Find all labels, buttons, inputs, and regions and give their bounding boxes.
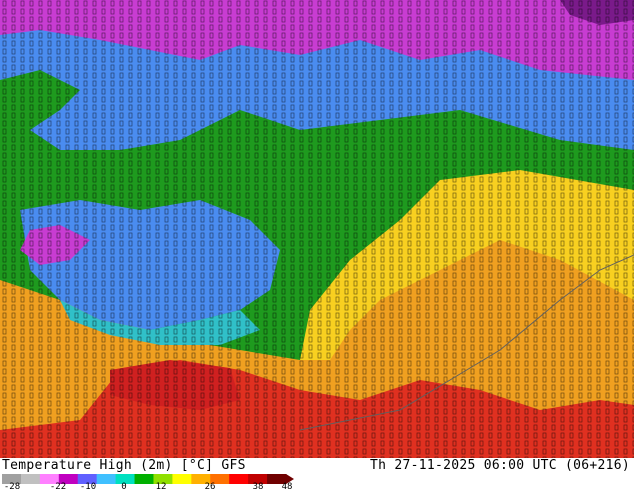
legend-swatch	[229, 474, 249, 484]
temperature-map	[0, 0, 634, 458]
legend-tick: 48	[281, 482, 293, 492]
legend-tick: -28	[3, 482, 21, 492]
map-title: Temperature High (2m) [°C] GFS	[2, 458, 246, 473]
legend-swatch	[172, 474, 192, 484]
map-timestamp: Th 27-11-2025 06:00 UTC (06+216)	[369, 458, 630, 473]
legend-swatch	[20, 474, 41, 484]
legend-tick: -10	[79, 482, 97, 492]
legend-tick: 26	[204, 482, 216, 492]
legend-tick: -22	[49, 482, 67, 492]
legend-tick: 12	[155, 482, 167, 492]
footer: Temperature High (2m) [°C] GFS Th 27-11-…	[0, 458, 634, 492]
legend-tick: 38	[252, 482, 264, 492]
legend-tick: 0	[121, 482, 127, 492]
value-grid	[0, 0, 634, 458]
legend-swatch	[96, 474, 117, 484]
legend-swatch	[134, 474, 154, 484]
color-legend	[2, 474, 294, 484]
